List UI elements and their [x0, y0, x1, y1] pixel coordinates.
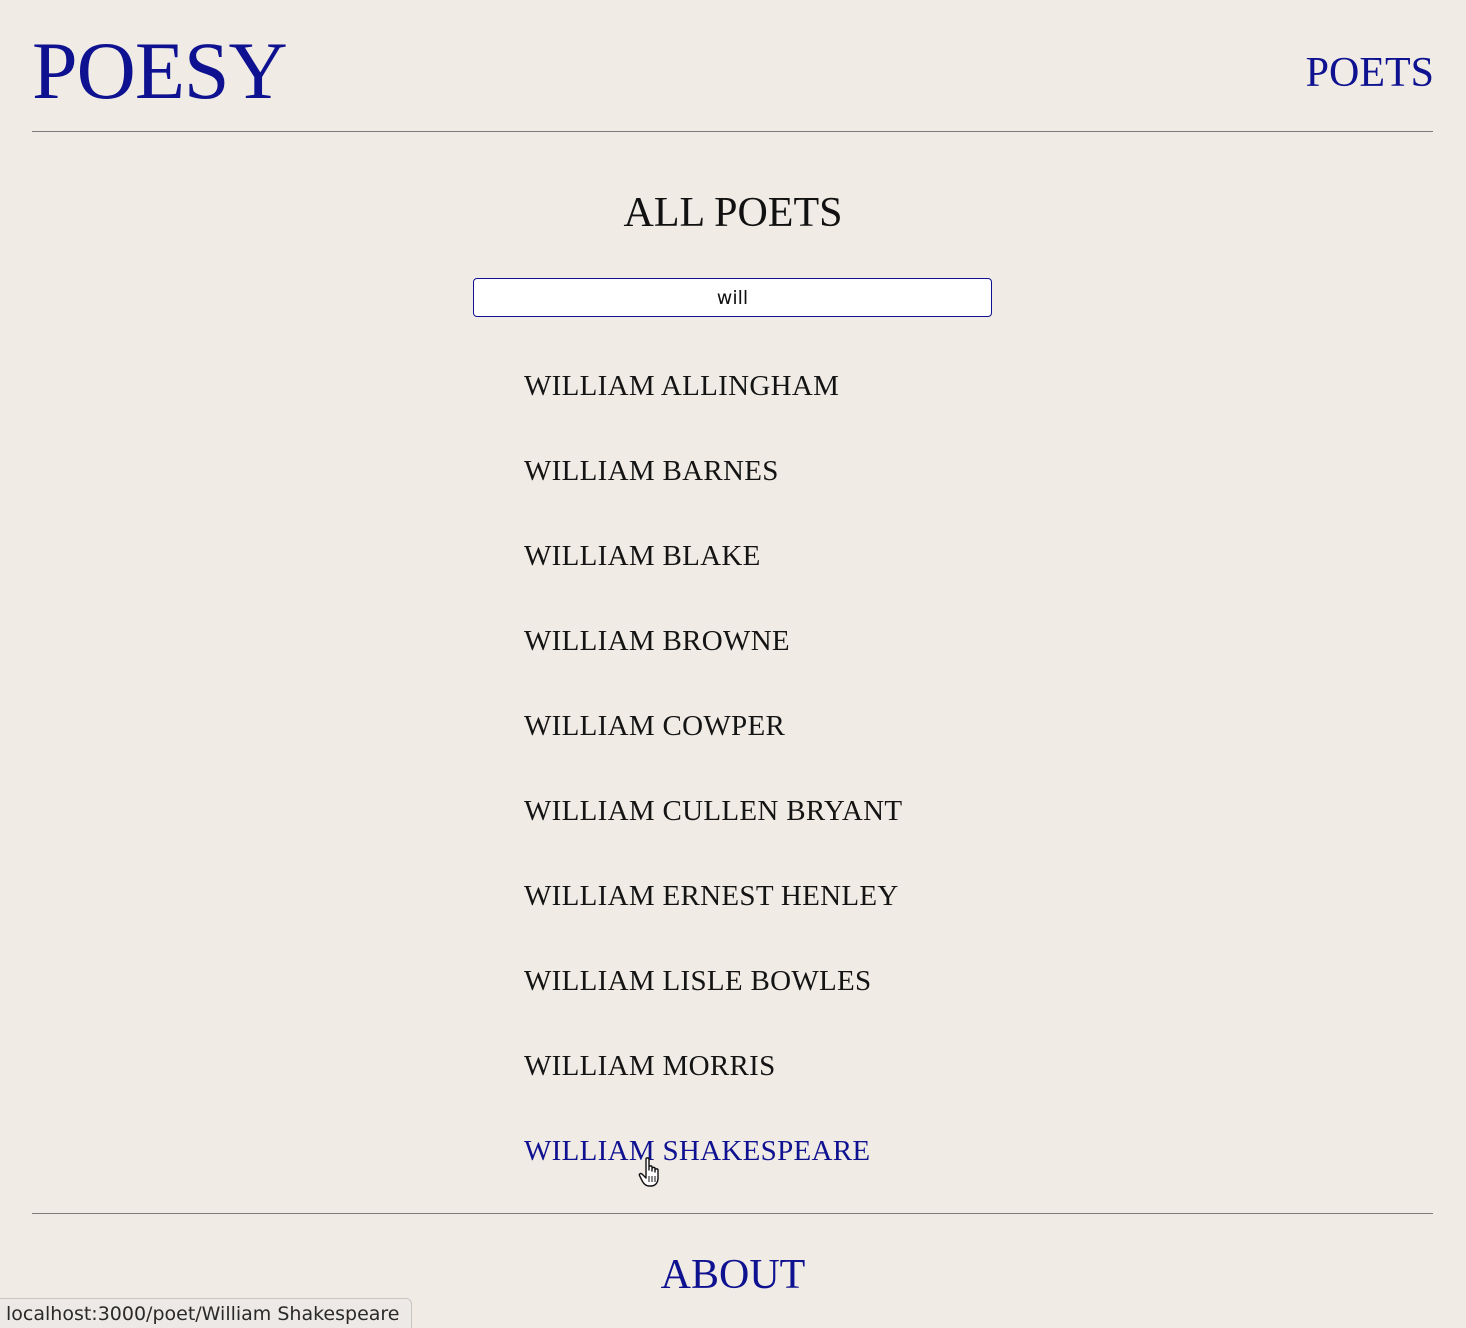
logo-link[interactable]: POESY: [32, 26, 288, 116]
nav-poets-link[interactable]: POETS: [1306, 48, 1434, 98]
poet-link[interactable]: WILLIAM ERNEST HENLEY: [524, 880, 899, 912]
list-item: WILLIAM COWPER: [524, 706, 902, 791]
poet-list: WILLIAM ALLINGHAM WILLIAM BARNES WILLIAM…: [524, 366, 902, 1216]
page-title: ALL POETS: [623, 190, 843, 236]
list-item: WILLIAM ERNEST HENLEY: [524, 876, 902, 961]
poet-link[interactable]: WILLIAM BROWNE: [524, 625, 790, 657]
list-item: WILLIAM SHAKESPEARE: [524, 1131, 902, 1216]
poet-search-input[interactable]: [473, 278, 992, 317]
poet-link[interactable]: WILLIAM BARNES: [524, 455, 779, 487]
poet-link[interactable]: WILLIAM ALLINGHAM: [524, 370, 839, 402]
list-item: WILLIAM CULLEN BRYANT: [524, 791, 902, 876]
poet-link[interactable]: WILLIAM LISLE BOWLES: [524, 965, 872, 997]
status-bar-url: localhost:3000/poet/William Shakespeare: [0, 1298, 413, 1328]
header-divider: [32, 131, 1433, 132]
about-link[interactable]: ABOUT: [0, 1250, 1466, 1300]
poet-link[interactable]: WILLIAM COWPER: [524, 710, 785, 742]
poet-link[interactable]: WILLIAM CULLEN BRYANT: [524, 795, 902, 827]
poet-link-hovered[interactable]: WILLIAM SHAKESPEARE: [524, 1135, 870, 1167]
poet-link[interactable]: WILLIAM MORRIS: [524, 1050, 776, 1082]
pointer-hand-cursor-icon: [638, 1157, 659, 1187]
list-item: WILLIAM BARNES: [524, 451, 902, 536]
poet-link[interactable]: WILLIAM BLAKE: [524, 540, 761, 572]
list-item: WILLIAM BLAKE: [524, 536, 902, 621]
list-item: WILLIAM MORRIS: [524, 1046, 902, 1131]
list-item: WILLIAM LISLE BOWLES: [524, 961, 902, 1046]
list-item: WILLIAM BROWNE: [524, 621, 902, 706]
footer-divider: [32, 1213, 1433, 1214]
list-item: WILLIAM ALLINGHAM: [524, 366, 902, 451]
